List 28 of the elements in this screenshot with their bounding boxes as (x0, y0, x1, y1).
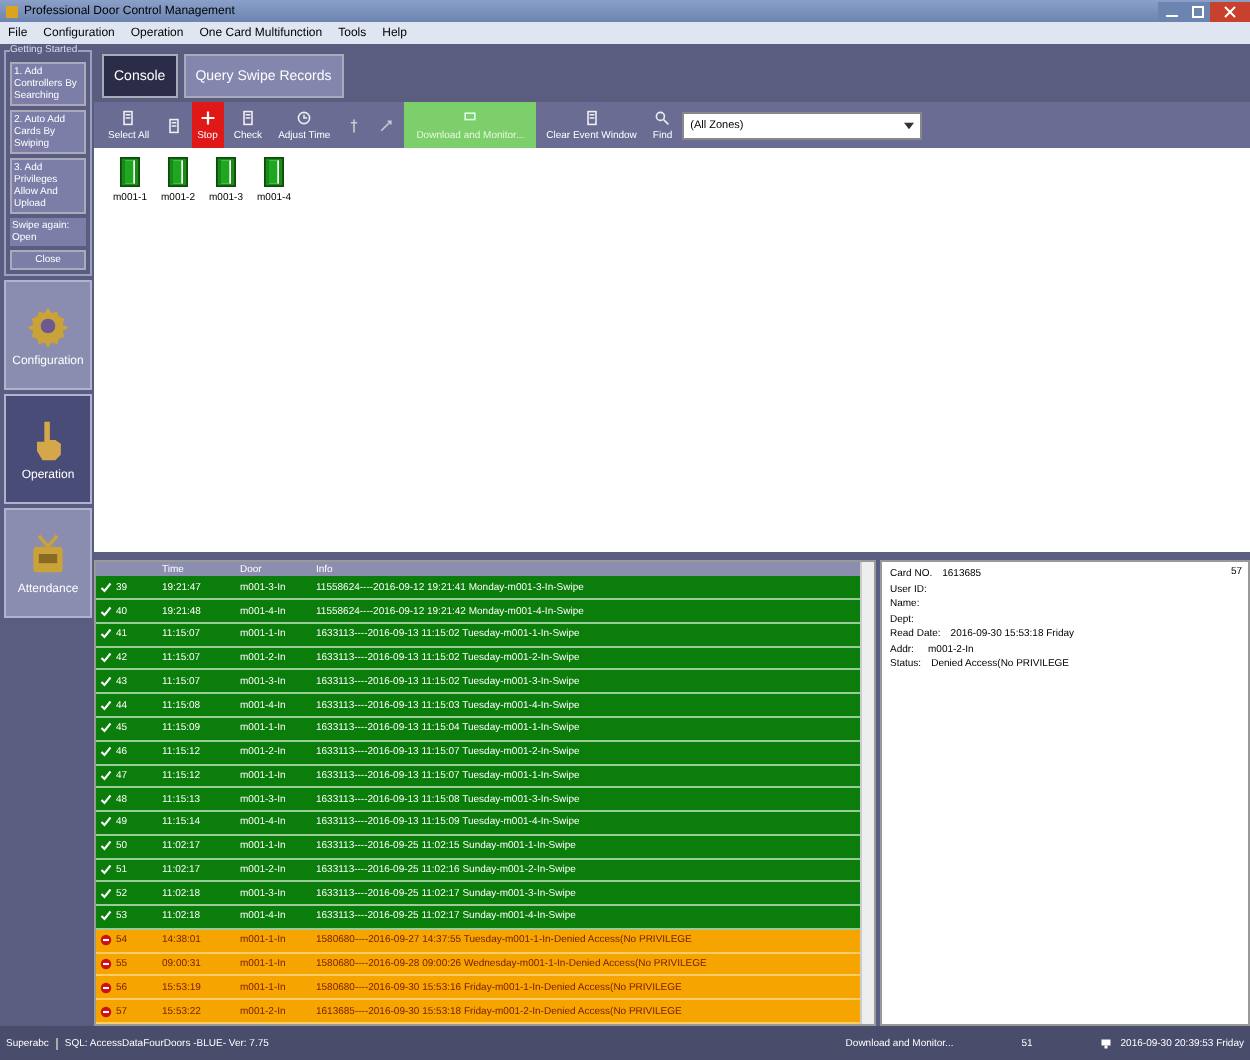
document-icon (239, 109, 256, 125)
no-entry-icon (100, 958, 112, 970)
plus-icon (199, 109, 216, 125)
door-icon (120, 156, 140, 188)
no-entry-icon (100, 934, 112, 947)
no-entry-icon (100, 1005, 112, 1018)
clock-icon (296, 109, 313, 125)
maximize-icon (1189, 3, 1205, 19)
door-icon (168, 156, 188, 188)
close-button[interactable] (1210, 1, 1250, 21)
maximize-button[interactable] (1184, 1, 1210, 21)
minimize-button[interactable] (1158, 1, 1184, 21)
list-icon (165, 117, 182, 133)
computer-icon (1100, 1037, 1113, 1049)
list-icon (120, 109, 137, 125)
door-icon (216, 156, 236, 188)
close-icon (1222, 3, 1238, 19)
app-icon (4, 3, 20, 19)
scrollbar[interactable] (860, 562, 874, 1024)
no-entry-icon (100, 981, 112, 994)
door-icon (264, 156, 284, 188)
search-icon (654, 109, 671, 125)
monitor-icon (462, 109, 479, 125)
pin-icon (346, 117, 363, 133)
expand-icon (378, 117, 395, 133)
trash-icon (583, 109, 600, 125)
caret-icon (904, 121, 915, 129)
gear-icon (26, 302, 70, 350)
